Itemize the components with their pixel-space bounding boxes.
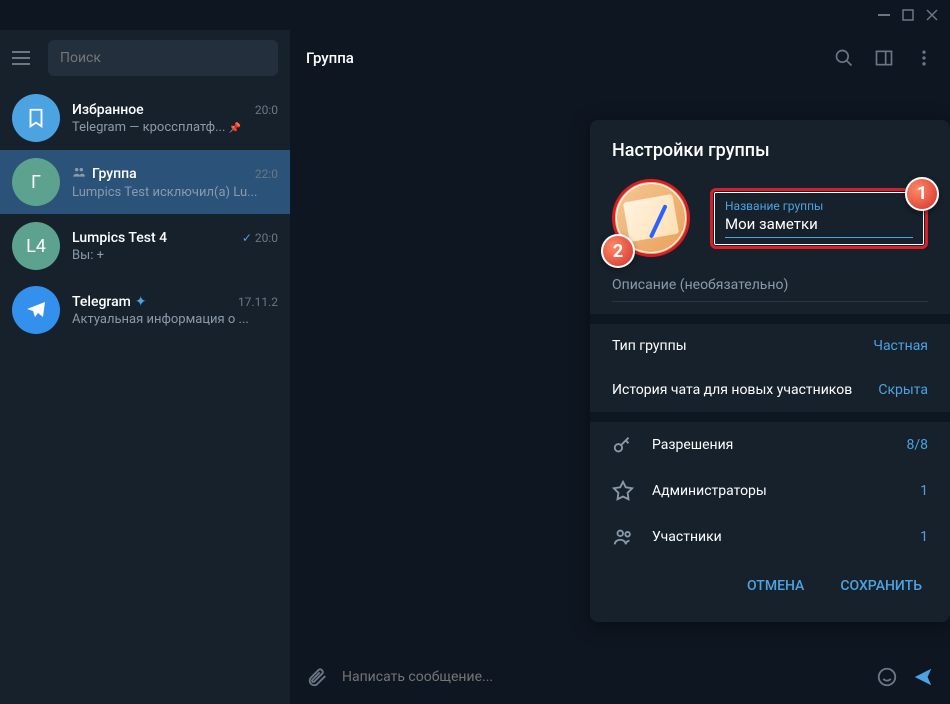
chat-item-lumpics4[interactable]: L4 Lumpics Test 4 ✓ 20:0 Вы: + [0, 214, 290, 278]
cancel-button[interactable]: ОТМЕНА [733, 570, 818, 602]
chat-history-row[interactable]: История чата для новых участников Скрыта [590, 368, 950, 412]
main-area: Группа пу «Группа» umpics Test 2 Настрой… [290, 30, 950, 704]
key-icon [612, 434, 634, 456]
description-field[interactable]: Описание (необязательно) [612, 277, 928, 302]
minimize-button[interactable] [876, 7, 892, 23]
admin-count: 1 [920, 483, 928, 499]
people-icon [612, 526, 634, 548]
chat-name: Группа [72, 165, 137, 183]
chat-item-saved[interactable]: Избранное 20:0 Telegram — кроссплатф... 📌 [0, 86, 290, 150]
message-input[interactable] [342, 669, 862, 685]
sidebar: Избранное 20:0 Telegram — кроссплатф... 📌… [0, 30, 290, 704]
attach-icon[interactable] [306, 666, 328, 688]
verified-icon: ✦ [135, 294, 147, 310]
setting-label: История чата для новых участников [612, 382, 852, 398]
star-icon [612, 480, 634, 502]
modal-title: Настройки группы [590, 140, 950, 179]
menu-button[interactable] [12, 46, 36, 70]
titlebar [0, 0, 950, 30]
save-button[interactable]: СОХРАНИТЬ [826, 570, 936, 602]
avatar: Г [12, 158, 60, 206]
chat-item-group[interactable]: Г Группа 22:0 Lumpics Test исключил(а) Lu… [0, 150, 290, 214]
setting-value: Скрыта [878, 382, 928, 398]
people-icon [72, 165, 86, 183]
admin-count: 1 [920, 529, 928, 545]
admin-label: Администраторы [652, 483, 902, 499]
group-type-row[interactable]: Тип группы Частная [590, 324, 950, 368]
sidepanel-icon[interactable] [874, 48, 894, 68]
bookmark-icon [12, 94, 60, 142]
telegram-icon [12, 286, 60, 334]
chat-preview: Вы: + [72, 248, 278, 263]
chat-name: Избранное [72, 102, 144, 118]
avatar: L4 [12, 222, 60, 270]
chat-preview: Актуальная информация о ... [72, 312, 278, 327]
group-name-field[interactable]: Название группы Мои заметки 1 [710, 188, 928, 249]
members-row[interactable]: Участники 1 [590, 514, 950, 560]
more-icon[interactable] [914, 48, 934, 68]
check-icon: ✓ [242, 231, 252, 245]
permissions-row[interactable]: Разрешения 8/8 [590, 422, 950, 468]
field-label: Название группы [725, 199, 913, 213]
chat-name: Lumpics Test 4 [72, 230, 167, 246]
send-icon[interactable] [912, 666, 934, 688]
admins-row[interactable]: Администраторы 1 [590, 468, 950, 514]
field-value: Мои заметки [725, 215, 913, 233]
group-settings-modal: Настройки группы 2 Название группы Мои з… [590, 120, 950, 622]
setting-value: Частная [873, 338, 928, 354]
pin-icon: 📌 [229, 123, 241, 134]
annotation-marker-1: 1 [905, 177, 939, 211]
chat-item-telegram[interactable]: Telegram ✦ 17.11.2 Актуальная информация … [0, 278, 290, 342]
chat-name: Telegram ✦ [72, 294, 147, 310]
maximize-button[interactable] [900, 7, 916, 23]
chat-time: 20:0 [255, 103, 278, 117]
chat-time: 17.11.2 [238, 295, 278, 309]
chat-time: ✓ 20:0 [242, 231, 278, 245]
search-input[interactable] [48, 40, 278, 76]
chat-preview: Telegram — кроссплатф... 📌 [72, 120, 278, 135]
chat-preview: Lumpics Test исключил(а) Lu... [72, 185, 278, 200]
admin-label: Участники [652, 529, 902, 545]
setting-label: Тип группы [612, 338, 687, 354]
chat-time: 22:0 [255, 167, 278, 181]
emoji-icon[interactable] [876, 666, 898, 688]
admin-label: Разрешения [652, 437, 888, 453]
close-button[interactable] [924, 7, 940, 23]
page-title[interactable]: Группа [306, 49, 354, 67]
admin-count: 8/8 [906, 437, 928, 453]
search-icon[interactable] [834, 48, 854, 68]
group-avatar-button[interactable]: 2 [612, 179, 690, 257]
annotation-marker-2: 2 [601, 234, 635, 268]
